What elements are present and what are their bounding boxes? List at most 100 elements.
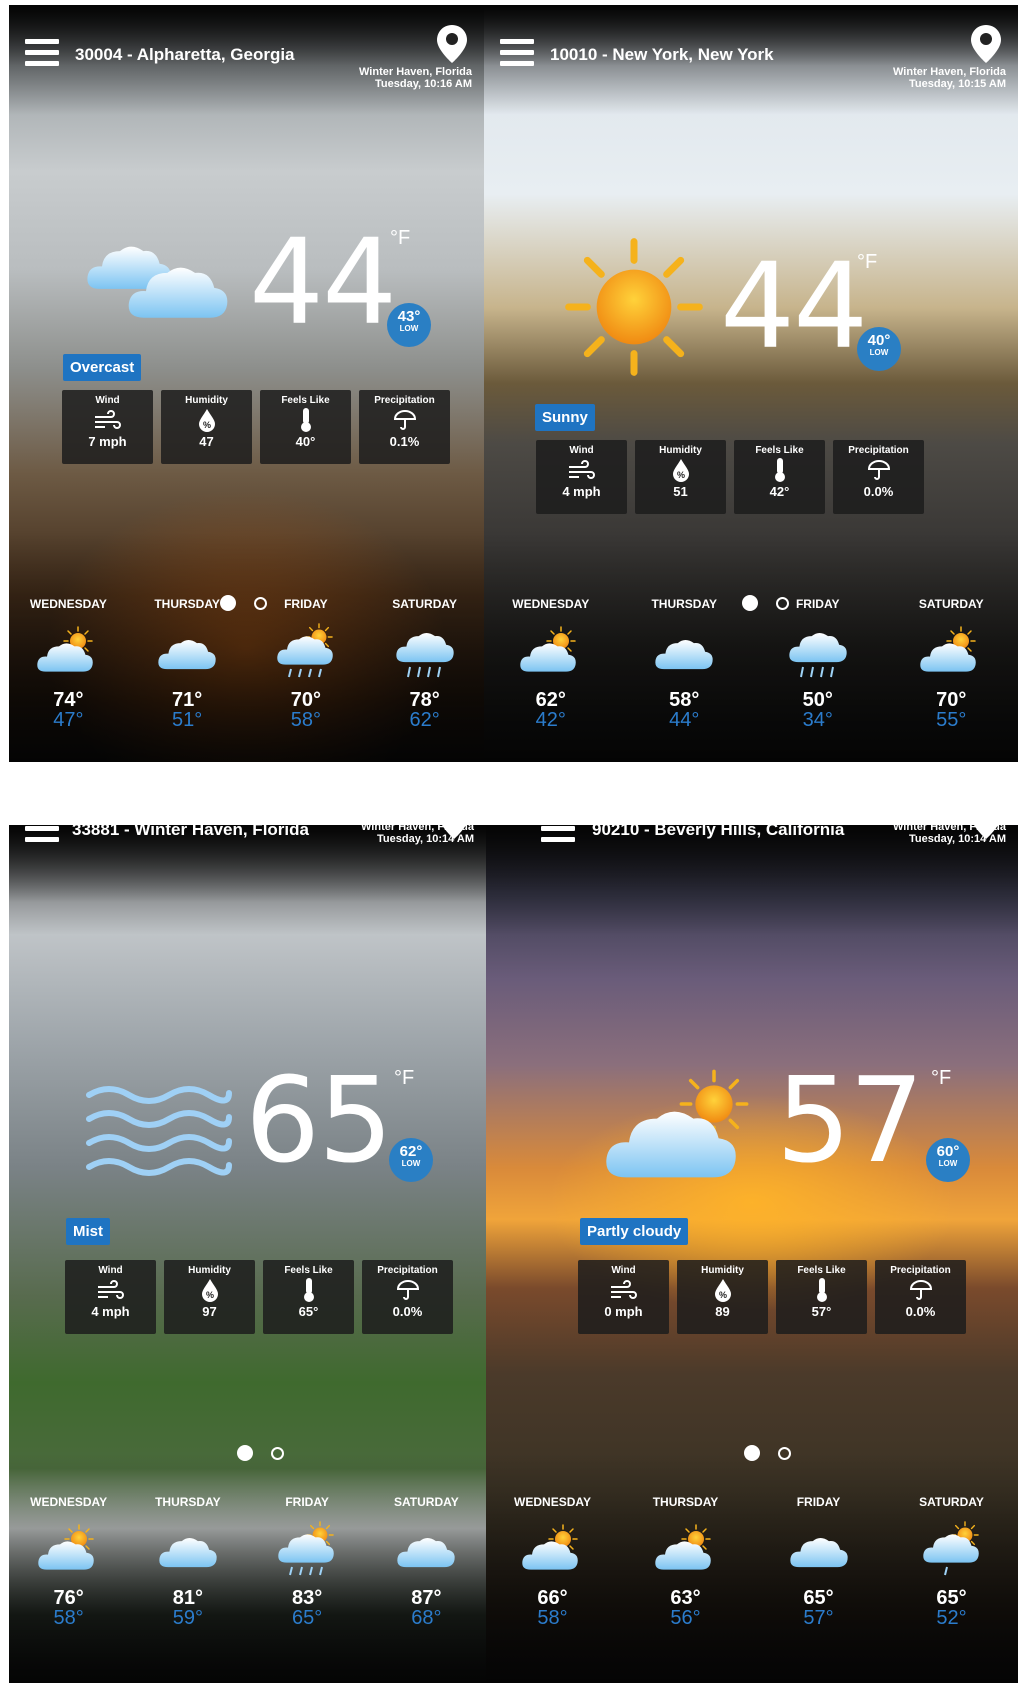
low-temp-badge: 62° LOW [389, 1138, 433, 1182]
cloud-icon [158, 639, 216, 670]
humidity-label: Humidity [185, 395, 228, 406]
feels-like-value: 40° [295, 434, 316, 449]
page-dot[interactable] [271, 1446, 284, 1460]
hamburger-menu-icon[interactable] [25, 39, 59, 67]
wind-label: Wind [95, 395, 120, 406]
wind-value: 4 mph [562, 484, 601, 499]
forecast-day-name: FRIDAY [796, 1495, 841, 1509]
hamburger-menu-icon[interactable] [541, 825, 575, 843]
forecast-day: SATURDAY 65° 52° [885, 1495, 1018, 1630]
humidity-value: 47 [199, 434, 214, 449]
forecast-day-name: WEDNESDAY [512, 597, 590, 611]
forecast-low: 58° [290, 709, 321, 731]
hamburger-menu-icon[interactable] [500, 39, 534, 67]
hamburger-menu-icon[interactable] [25, 825, 59, 843]
condition-badge: Overcast [63, 354, 142, 381]
page-dot-active[interactable] [744, 1445, 760, 1461]
forecast-day: FRIDAY 70° 58° [247, 597, 366, 732]
location-title[interactable]: 33881 - Winter Haven, Florida [72, 825, 309, 840]
forecast-day: SATURDAY 78° 62° [365, 597, 484, 732]
current-temp: 44 [720, 237, 868, 375]
humidity-icon: % [201, 1279, 218, 1302]
wind-icon [610, 1280, 637, 1299]
precipitation-label: Precipitation [848, 445, 909, 456]
partly-sunny-icon [37, 626, 94, 672]
page-dot[interactable] [778, 1446, 791, 1460]
partly-sunny-icon [521, 1524, 578, 1570]
last-updated: Winter Haven, Florida Tuesday, 10:14 AM [893, 825, 1006, 845]
temp-unit[interactable]: °F [390, 227, 410, 250]
cloud-icon [159, 1537, 217, 1568]
wind-label: Wind [98, 1265, 123, 1276]
temp-unit[interactable]: °F [857, 251, 877, 274]
low-temp-badge: 40° LOW [857, 327, 901, 371]
thermometer-icon [303, 1278, 314, 1302]
forecast-day-name: SATURDAY [919, 1495, 984, 1509]
low-temp-value: 62° [399, 1143, 423, 1160]
updated-place: Winter Haven, Florida [359, 66, 472, 78]
forecast-low: 51° [172, 709, 203, 731]
cloud-icon [789, 1537, 848, 1568]
humidity-card: Humidity% 47 [161, 390, 252, 464]
humidity-card: Humidity% 89 [677, 1260, 768, 1334]
forecast-row: WEDNESDAY 74° 47° THURSDAY 71° 51° FRIDAY 70°… [9, 597, 484, 732]
location-title[interactable]: 90210 - Beverly Hills, California [592, 825, 844, 840]
thermometer-icon [300, 408, 311, 432]
forecast-day: FRIDAY 65° 57° [752, 1495, 885, 1630]
forecast-low: 55° [936, 709, 967, 731]
page-indicator [744, 1445, 791, 1461]
low-temp-value: 60° [936, 1143, 960, 1160]
humidity-label: Humidity [188, 1265, 231, 1276]
current-temp: 44 [249, 213, 397, 351]
wind-label: Wind [569, 445, 594, 456]
temp-unit[interactable]: °F [394, 1067, 414, 1090]
low-label: LOW [938, 1159, 958, 1168]
forecast-day-name: WEDNESDAY [30, 1495, 108, 1509]
current-temp: 65 [245, 1051, 393, 1189]
umbrella-icon [393, 410, 416, 430]
forecast-day: THURSDAY 81° 59° [128, 1495, 247, 1630]
humidity-label: Humidity [701, 1265, 744, 1276]
page-dot-active[interactable] [237, 1445, 253, 1461]
forecast-low: 65° [292, 1607, 323, 1629]
weather-panel-new-york: 10010 - New York, New York Winter Haven,… [484, 5, 1018, 762]
low-temp-value: 40° [867, 332, 891, 349]
forecast-day-name: SATURDAY [392, 597, 457, 611]
location-title[interactable]: 10010 - New York, New York [550, 45, 774, 65]
location-pin-icon[interactable] [434, 23, 470, 65]
forecast-day: SATURDAY 70° 55° [885, 597, 1018, 732]
humidity-label: Humidity [659, 445, 702, 456]
forecast-day: THURSDAY 71° 51° [128, 597, 247, 732]
location-pin-icon[interactable] [968, 23, 1004, 65]
temp-unit[interactable]: °F [931, 1067, 951, 1090]
forecast-day: SATURDAY 87° 68° [367, 1495, 486, 1630]
wind-icon [97, 1280, 124, 1299]
forecast-day-name: SATURDAY [918, 597, 984, 611]
wind-icon [568, 460, 595, 479]
forecast-low: 52° [936, 1607, 967, 1629]
svg-text:%: % [718, 1290, 726, 1300]
precipitation-value: 0.0% [392, 1304, 423, 1319]
forecast-low: 47° [53, 709, 84, 731]
condition-badge: Mist [66, 1218, 110, 1245]
overcast-icon [87, 246, 228, 318]
wind-value: 4 mph [91, 1304, 130, 1319]
location-title[interactable]: 30004 - Alpharetta, Georgia [75, 45, 295, 65]
umbrella-icon [909, 1280, 932, 1300]
condition-badge: Sunny [535, 404, 595, 431]
partly-sunny-icon [520, 626, 576, 672]
precipitation-label: Precipitation [377, 1265, 438, 1276]
forecast-day-name: FRIDAY [284, 597, 328, 611]
forecast-low: 57° [803, 1607, 834, 1629]
feels-like-label: Feels Like [284, 1265, 333, 1276]
updated-time: Tuesday, 10:14 AM [909, 833, 1006, 845]
rain-icon [789, 632, 847, 678]
precipitation-card: Precipitation 0.0% [833, 440, 924, 514]
stats-row: Wind 7 mph Humidity% 47 Feels Like 40° Prec… [62, 390, 450, 464]
feels-like-label: Feels Like [797, 1265, 846, 1276]
forecast-day: WEDNESDAY 76° 58° [9, 1495, 128, 1630]
sun-icon [564, 237, 704, 377]
partly-sunny-icon [37, 1524, 94, 1570]
forecast-low: 59° [172, 1607, 203, 1629]
humidity-icon: % [672, 459, 689, 482]
